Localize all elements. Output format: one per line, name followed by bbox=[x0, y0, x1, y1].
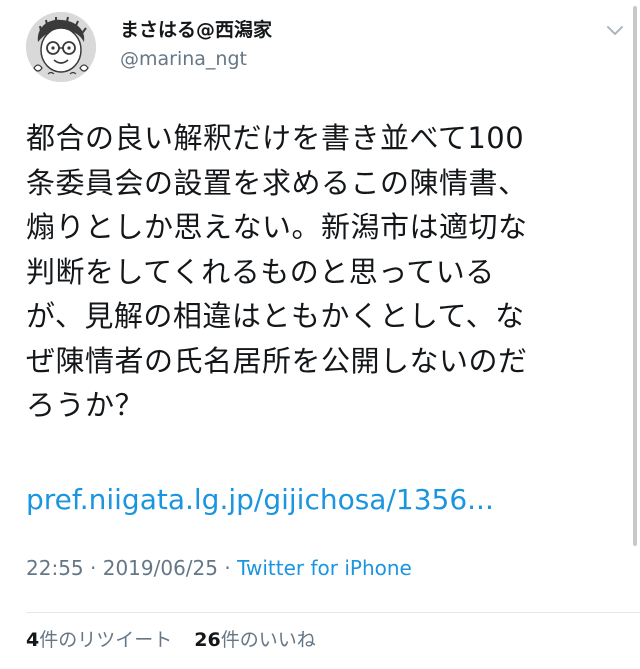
author-handle[interactable]: @marina_ngt bbox=[120, 46, 272, 72]
tweet-header: まさはる@西潟家 @marina_ngt bbox=[26, 12, 626, 82]
avatar[interactable] bbox=[26, 12, 96, 82]
retweets-label: 件のリツイート bbox=[39, 629, 173, 651]
likes-label: 件のいいね bbox=[220, 629, 316, 651]
scrollbar[interactable] bbox=[633, 6, 637, 546]
tweet-time[interactable]: 22:55 bbox=[26, 556, 84, 580]
tweet-date[interactable]: 2019/06/25 bbox=[103, 556, 218, 580]
meta-separator: · bbox=[83, 556, 103, 580]
tweet-link[interactable]: pref.niigata.lg.jp/gijichosa/1356... bbox=[26, 478, 494, 522]
likes-count: 26 bbox=[194, 629, 221, 651]
tweet-text: 都合の良い解釈だけを書き並べて100 条委員会の設置を求めるこの陳情書、 煽りと… bbox=[26, 121, 528, 422]
divider bbox=[26, 612, 640, 613]
retweets-count: 4 bbox=[26, 629, 40, 651]
author-display-name[interactable]: まさはる@西潟家 bbox=[120, 18, 272, 42]
tweet-card: まさはる@西潟家 @marina_ngt 都合の良い解釈だけを書き並べて100 … bbox=[0, 0, 640, 669]
tweet-meta: 22:55 · 2019/06/25 · Twitter for iPhone bbox=[26, 554, 412, 582]
meta-separator: · bbox=[218, 556, 238, 580]
likes-stat[interactable]: 26件のいいね bbox=[194, 629, 315, 651]
author-info[interactable]: まさはる@西潟家 @marina_ngt bbox=[120, 18, 272, 72]
tweet-source[interactable]: Twitter for iPhone bbox=[237, 556, 412, 580]
chevron-down-icon[interactable] bbox=[604, 20, 626, 42]
tweet-stats: 4件のリツイート 26件のいいね bbox=[26, 626, 332, 654]
sketch-face-avatar-icon bbox=[26, 12, 96, 82]
retweets-stat[interactable]: 4件のリツイート bbox=[26, 629, 172, 651]
